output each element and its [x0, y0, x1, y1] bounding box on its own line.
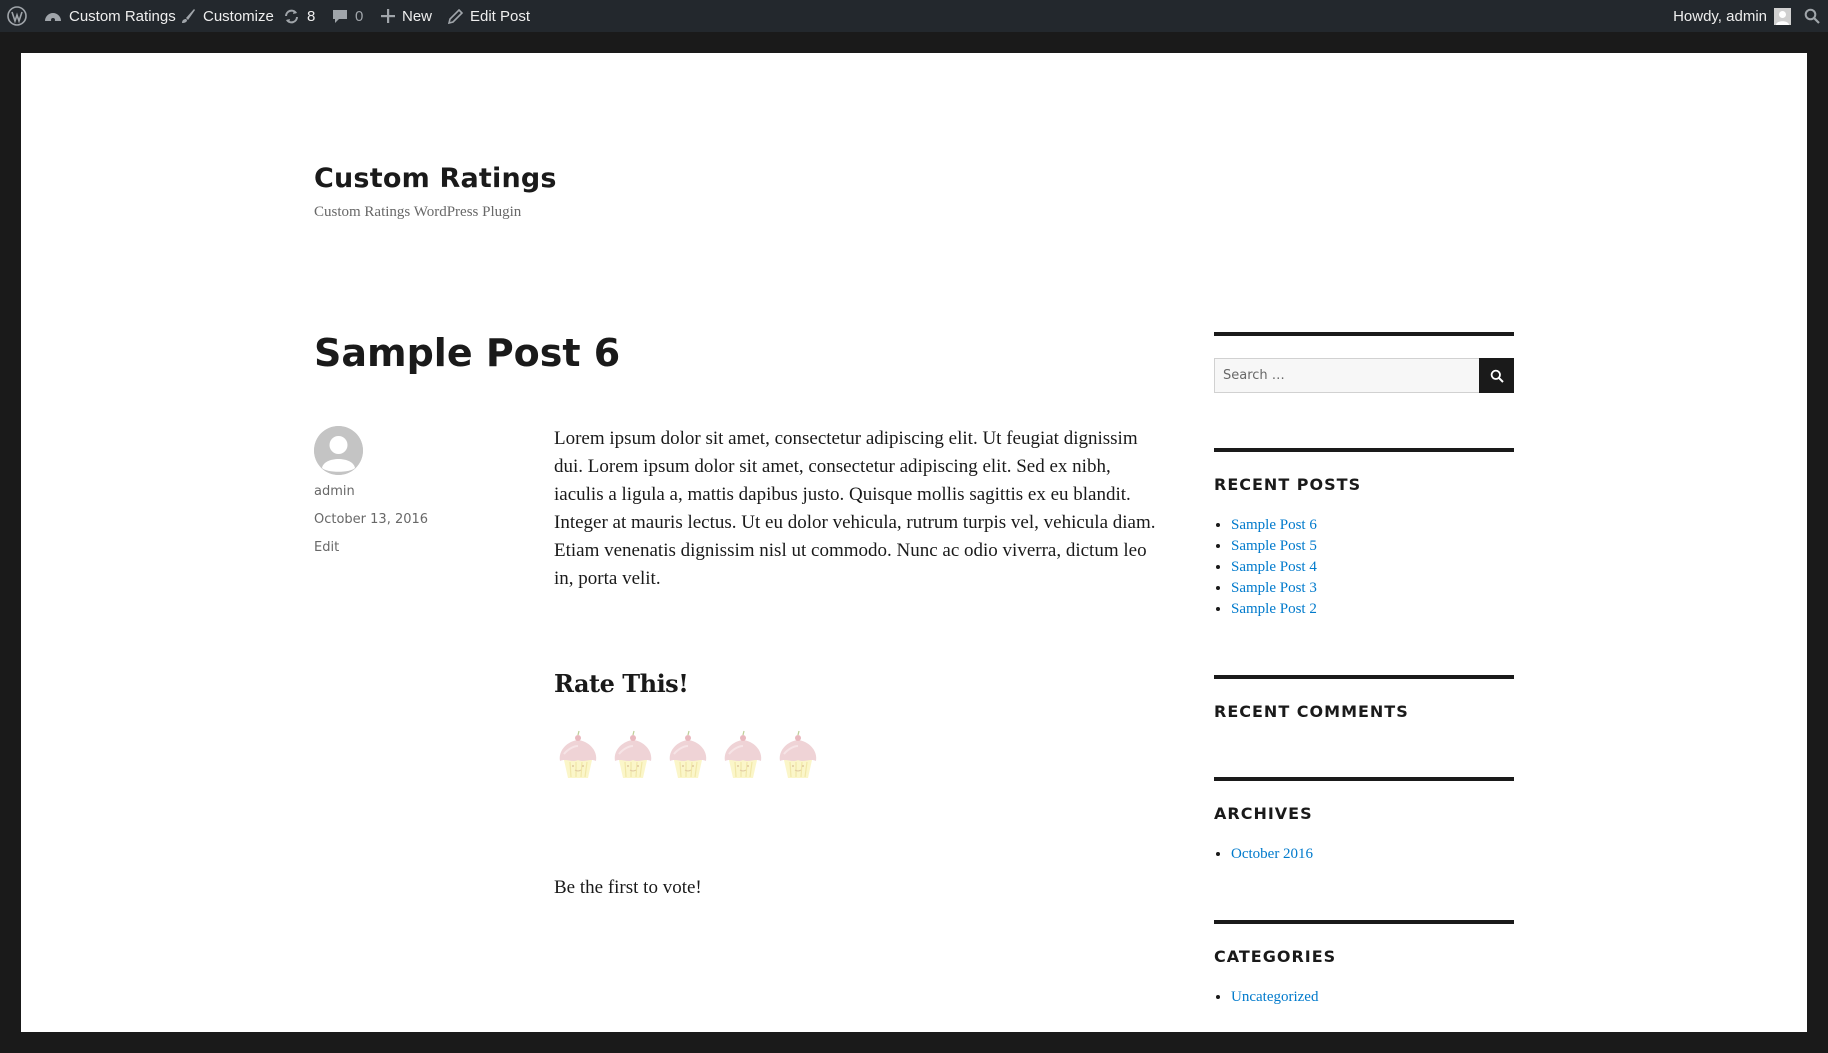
list-item: Sample Post 3	[1231, 578, 1317, 599]
cupcake-icon[interactable]	[609, 728, 657, 782]
post-content: Lorem ipsum dolor sit amet, consectetur …	[554, 428, 1156, 589]
post-title: Sample Post 6	[314, 331, 621, 375]
search-input[interactable]	[1214, 358, 1479, 393]
plus-icon	[381, 9, 395, 23]
list-item: Uncategorized	[1231, 987, 1318, 1008]
archives-list: October 2016	[1231, 844, 1313, 865]
post-author[interactable]: admin	[314, 484, 355, 499]
edit-post-link[interactable]: Edit Post	[448, 0, 530, 32]
search-form	[1214, 358, 1514, 393]
admin-search-icon[interactable]	[1804, 0, 1820, 32]
categories-title: CATEGORIES	[1214, 947, 1337, 966]
recent-comments-title: RECENT COMMENTS	[1214, 702, 1409, 721]
paintbrush-icon	[180, 8, 196, 24]
site-name-label: Custom Ratings	[69, 7, 176, 25]
customize-label: Customize	[203, 7, 274, 25]
rating-title: Rate This!	[554, 669, 689, 698]
recent-post-link[interactable]: Sample Post 4	[1231, 559, 1317, 575]
updates-link[interactable]: 8	[283, 0, 315, 32]
avatar-icon	[314, 426, 363, 475]
page-frame: Custom Ratings Custom Ratings WordPress …	[21, 53, 1807, 1032]
recent-posts-list: Sample Post 6 Sample Post 5 Sample Post …	[1231, 515, 1317, 620]
comment-bubble-icon	[332, 8, 348, 24]
list-item: Sample Post 2	[1231, 599, 1317, 620]
vote-prompt: Be the first to vote!	[554, 877, 702, 898]
updates-count: 8	[307, 7, 316, 25]
update-icon	[283, 8, 300, 25]
archives-title: ARCHIVES	[1214, 804, 1313, 823]
new-content-menu[interactable]: New	[381, 0, 432, 32]
cupcake-icon[interactable]	[664, 728, 712, 782]
recent-posts-title: RECENT POSTS	[1214, 475, 1362, 494]
widget-divider	[1214, 448, 1514, 452]
cupcake-icon[interactable]	[554, 728, 602, 782]
admin-bar: Custom Ratings Customize 8 0 New Edit Po…	[0, 0, 1828, 32]
list-item: October 2016	[1231, 844, 1313, 865]
archive-link[interactable]: October 2016	[1231, 846, 1313, 862]
category-link[interactable]: Uncategorized	[1231, 989, 1318, 1005]
widget-divider	[1214, 675, 1514, 679]
dashboard-icon	[44, 8, 62, 24]
recent-post-link[interactable]: Sample Post 3	[1231, 580, 1317, 596]
cupcake-icon[interactable]	[774, 728, 822, 782]
list-item: Sample Post 5	[1231, 536, 1317, 557]
author-avatar	[314, 426, 363, 475]
cupcake-icon[interactable]	[719, 728, 767, 782]
widget-divider	[1214, 332, 1514, 336]
search-submit-button[interactable]	[1479, 358, 1514, 393]
rating-widget	[554, 728, 822, 782]
widget-divider	[1214, 777, 1514, 781]
site-name-menu[interactable]: Custom Ratings	[44, 0, 176, 32]
site-title[interactable]: Custom Ratings	[314, 163, 557, 194]
post-edit-link[interactable]: Edit	[314, 540, 339, 555]
user-avatar-icon	[1774, 7, 1791, 25]
customize-link[interactable]: Customize	[180, 0, 274, 32]
comments-count: 0	[355, 7, 364, 25]
widget-divider	[1214, 920, 1514, 924]
categories-list: Uncategorized	[1231, 987, 1318, 1008]
pencil-icon	[448, 8, 463, 24]
howdy-label: Howdy, admin	[1673, 7, 1767, 25]
wordpress-logo-icon[interactable]	[7, 0, 27, 32]
recent-post-link[interactable]: Sample Post 6	[1231, 517, 1317, 533]
edit-post-label: Edit Post	[470, 7, 531, 25]
comments-link[interactable]: 0	[332, 0, 363, 32]
recent-post-link[interactable]: Sample Post 5	[1231, 538, 1317, 554]
site-description: Custom Ratings WordPress Plugin	[314, 204, 522, 220]
new-label: New	[402, 7, 433, 25]
recent-post-link[interactable]: Sample Post 2	[1231, 601, 1317, 617]
post-date[interactable]: October 13, 2016	[314, 512, 428, 527]
list-item: Sample Post 6	[1231, 515, 1317, 536]
list-item: Sample Post 4	[1231, 557, 1317, 578]
my-account-menu[interactable]: Howdy, admin	[1673, 0, 1791, 32]
search-icon	[1490, 369, 1504, 383]
